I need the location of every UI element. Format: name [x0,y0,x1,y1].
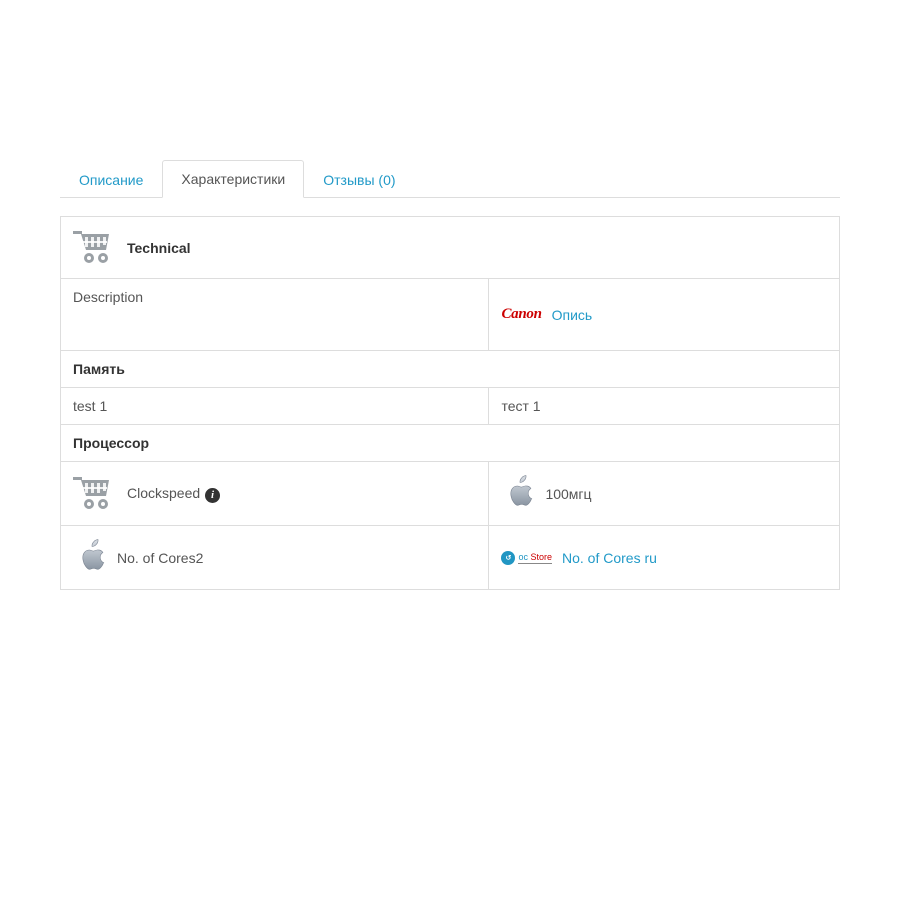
description-link[interactable]: Опись [552,307,593,323]
clockspeed-label-text: Clockspeed [127,485,200,501]
cart-icon [73,473,117,514]
spec-value-cores: ↺ oc Store No. of Cores ru [489,526,840,590]
tab-reviews[interactable]: Отзывы (0) [304,161,414,198]
spec-value-clockspeed: 100мгц [489,462,840,526]
table-row: No. of Cores2 ↺ oc Store No. of Cores ru [61,526,840,590]
specs-table: Technical Description Canon Опись Память… [60,216,840,590]
info-icon[interactable]: i [205,488,220,503]
table-row: test 1 тест 1 [61,388,840,425]
spec-label-description: Description [61,279,489,351]
clockspeed-value-text: 100мгц [545,486,591,502]
tab-description[interactable]: Описание [60,161,162,198]
table-row: Clockspeed i 100мгц [61,462,840,526]
cores-link[interactable]: No. of Cores ru [562,550,657,566]
cores-label-text: No. of Cores2 [117,550,203,566]
table-section-header-row: Процессор [61,425,840,462]
table-row: Description Canon Опись [61,279,840,351]
section-header-technical: Technical [61,217,840,279]
spec-label-memory-test: test 1 [61,388,489,425]
table-section-header-row: Память [61,351,840,388]
section-header-memory: Память [61,351,840,388]
apple-icon [501,472,535,515]
section-header-processor: Процессор [61,425,840,462]
tab-specs[interactable]: Характеристики [162,160,304,198]
table-section-header-row: Technical [61,217,840,279]
product-tabs: Описание Характеристики Отзывы (0) [60,160,840,198]
apple-icon [73,536,107,579]
section-title-technical: Technical [127,240,191,256]
ocstore-badge: ↺ oc Store [501,551,552,565]
spec-label-cores: No. of Cores2 [61,526,489,590]
spec-label-clockspeed: Clockspeed i [61,462,489,526]
spec-value-memory-test: тест 1 [489,388,840,425]
cart-icon [73,227,117,268]
ocstore-circle-icon: ↺ [501,551,515,565]
spec-value-description: Canon Опись [489,279,840,351]
canon-logo: Canon [501,306,541,323]
